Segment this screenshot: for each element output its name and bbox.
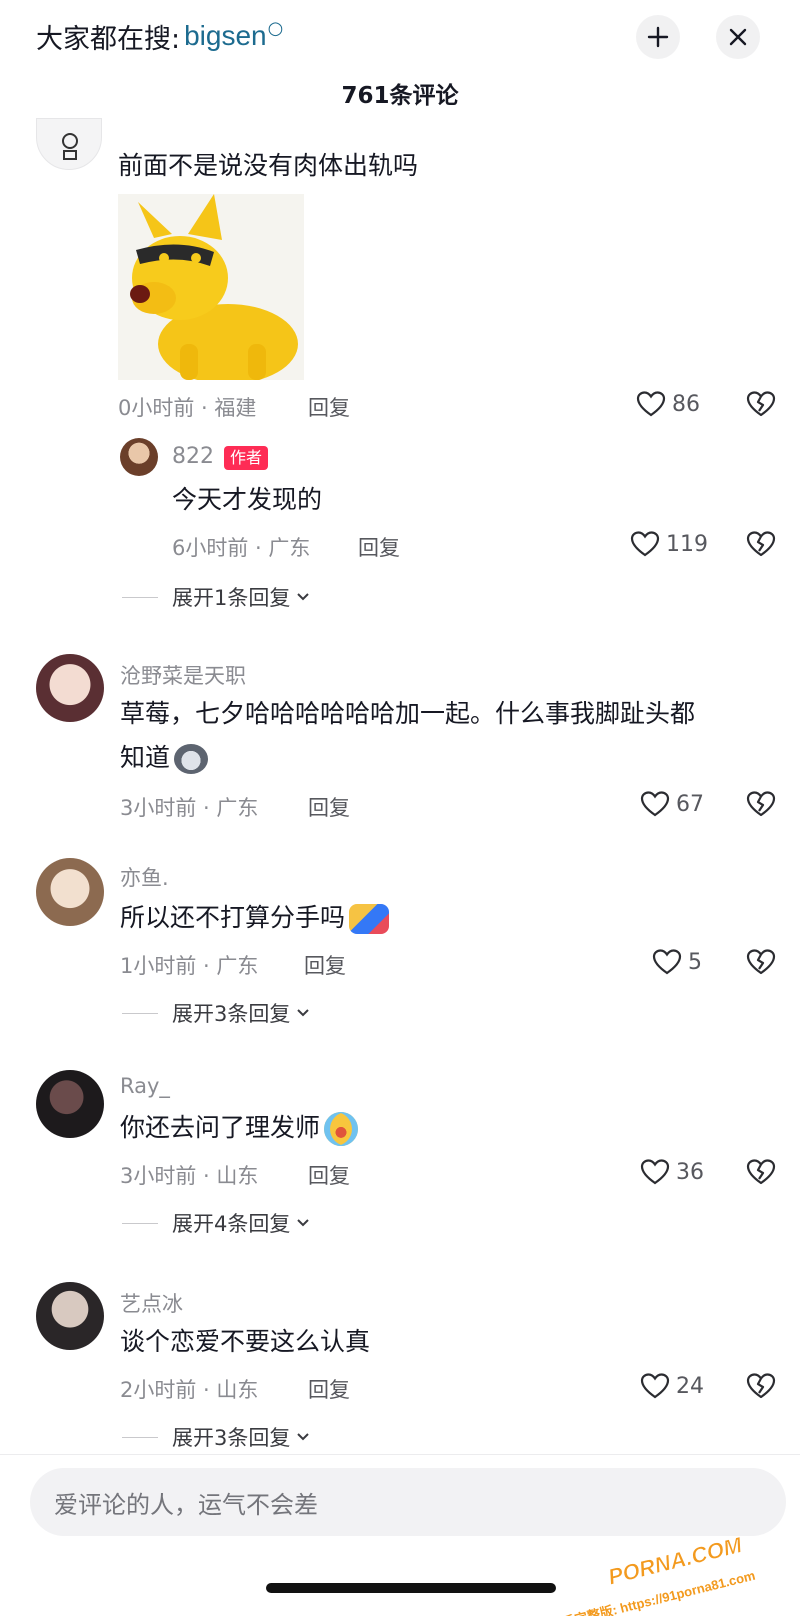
like-count: 24 — [676, 1373, 704, 1399]
chevron-down-icon — [297, 1009, 310, 1017]
comment-meta: 0小时前 · 福建 — [118, 396, 257, 420]
username[interactable]: 亦鱼. — [120, 862, 169, 892]
site-watermark: PORNA.COM 看完整版: https://91porna81.com — [560, 1536, 756, 1616]
like-button[interactable]: 86 — [636, 390, 700, 418]
divider-line — [122, 596, 158, 598]
expand-replies-button[interactable]: 展开1条回复 — [122, 582, 310, 612]
comment-meta: 3小时前 · 山东 — [120, 1164, 259, 1188]
search-suggestion[interactable]: 大家都在搜: bigsen ○ — [36, 14, 283, 58]
reply-username[interactable]: 822 — [172, 444, 214, 469]
expand-replies-label: 展开1条回复 — [172, 586, 291, 610]
avatar[interactable] — [36, 118, 102, 170]
username[interactable]: 艺点冰 — [120, 1288, 183, 1318]
comment-input-placeholder: 爱评论的人，运气不会差 — [54, 1490, 318, 1519]
like-count: 5 — [688, 949, 702, 975]
cat-emoji-icon — [174, 744, 209, 774]
comment-meta: 1小时前 · 广东 — [120, 954, 259, 978]
username[interactable]: Ray_ — [120, 1074, 170, 1098]
comment-text-line: 所以还不打算分手吗 — [120, 903, 346, 932]
expand-replies-label: 展开3条回复 — [172, 1002, 291, 1026]
sticker-emoji-icon — [349, 904, 390, 934]
like-button[interactable]: 36 — [640, 1158, 704, 1186]
heart-icon — [636, 391, 666, 417]
like-count: 119 — [666, 531, 708, 557]
add-button[interactable] — [636, 15, 680, 59]
search-keyword-icon: ○ — [267, 17, 284, 39]
reply-button[interactable]: 回复 — [358, 532, 400, 562]
reply-avatar[interactable] — [120, 438, 158, 476]
like-count: 67 — [676, 791, 704, 817]
comment-sticker-image[interactable] — [118, 194, 304, 380]
like-button[interactable]: 5 — [652, 948, 702, 976]
chevron-down-icon — [297, 1433, 310, 1441]
username[interactable]: 沧野菜是天职 — [120, 660, 246, 690]
expand-replies-label: 展开4条回复 — [172, 1212, 291, 1236]
divider-line — [122, 1222, 158, 1224]
like-count: 36 — [676, 1159, 704, 1185]
heart-icon — [630, 531, 660, 557]
comment-text: 你还去问了理发师 — [120, 1106, 359, 1150]
expand-replies-label: 展开3条回复 — [172, 1426, 291, 1450]
comment-text: 草莓，七夕哈哈哈哈哈哈加一起。什么事我脚趾头都 知道 — [120, 692, 770, 780]
avatar[interactable] — [36, 1282, 104, 1350]
comment-count-title: 761条评论 — [341, 83, 459, 109]
avatar[interactable] — [36, 858, 104, 926]
heart-icon — [640, 791, 670, 817]
comment-text-line: 你还去问了理发师 — [120, 1113, 321, 1142]
broken-heart-icon[interactable] — [746, 948, 776, 976]
avatar[interactable] — [36, 1070, 104, 1138]
search-suggestion-prefix: 大家都在搜: — [36, 23, 181, 55]
comment-text: 所以还不打算分手吗 — [120, 896, 390, 940]
like-button[interactable]: 67 — [640, 790, 704, 818]
like-button[interactable]: 119 — [630, 530, 708, 558]
close-icon — [729, 28, 747, 46]
expand-replies-button[interactable]: 展开3条回复 — [122, 998, 310, 1028]
plus-icon — [647, 26, 669, 48]
like-button[interactable]: 24 — [640, 1372, 704, 1400]
divider-line — [122, 1436, 158, 1438]
reply-text: 今天才发现的 — [172, 485, 323, 514]
yellow-dog-sticker-icon — [118, 194, 304, 380]
reply-button[interactable]: 回复 — [308, 792, 350, 822]
broken-heart-icon[interactable] — [746, 530, 776, 558]
search-suggestion-keyword[interactable]: bigsen — [184, 20, 267, 52]
home-indicator[interactable] — [266, 1583, 556, 1593]
expand-replies-button[interactable]: 展开3条回复 — [122, 1422, 310, 1452]
comment-input[interactable]: 爱评论的人，运气不会差 — [30, 1468, 786, 1536]
avatar-figure-icon — [62, 133, 78, 160]
reply-button[interactable]: 回复 — [308, 1374, 350, 1404]
comment-meta: 3小时前 · 广东 — [120, 796, 259, 820]
expand-replies-button[interactable]: 展开4条回复 — [122, 1208, 310, 1238]
footer-divider — [0, 1454, 800, 1455]
comment-text-line: 草莓，七夕哈哈哈哈哈哈加一起。什么事我脚趾头都 — [120, 699, 696, 728]
reply-button[interactable]: 回复 — [304, 950, 346, 980]
chevron-down-icon — [297, 593, 310, 601]
avatar[interactable] — [36, 654, 104, 722]
broken-heart-icon[interactable] — [746, 390, 776, 418]
comment-text-line: 知道 — [120, 743, 171, 772]
divider-line — [122, 1012, 158, 1014]
heart-icon — [652, 949, 682, 975]
comment-text: 前面不是说没有肉体出轨吗 — [118, 151, 419, 180]
comment-text: 谈个恋爱不要这么认真 — [120, 1327, 371, 1356]
author-badge: 作者 — [224, 446, 269, 470]
chevron-down-icon — [297, 1219, 310, 1227]
broken-heart-icon[interactable] — [746, 790, 776, 818]
laughing-crying-emoji-icon — [324, 1112, 359, 1146]
reply-button[interactable]: 回复 — [308, 392, 350, 422]
heart-icon — [640, 1373, 670, 1399]
reply-meta: 6小时前 · 广东 — [172, 536, 311, 560]
like-count: 86 — [672, 391, 700, 417]
reply-button[interactable]: 回复 — [308, 1160, 350, 1190]
close-button[interactable] — [716, 15, 760, 59]
broken-heart-icon[interactable] — [746, 1372, 776, 1400]
heart-icon — [640, 1159, 670, 1185]
comment-meta: 2小时前 · 山东 — [120, 1378, 259, 1402]
broken-heart-icon[interactable] — [746, 1158, 776, 1186]
